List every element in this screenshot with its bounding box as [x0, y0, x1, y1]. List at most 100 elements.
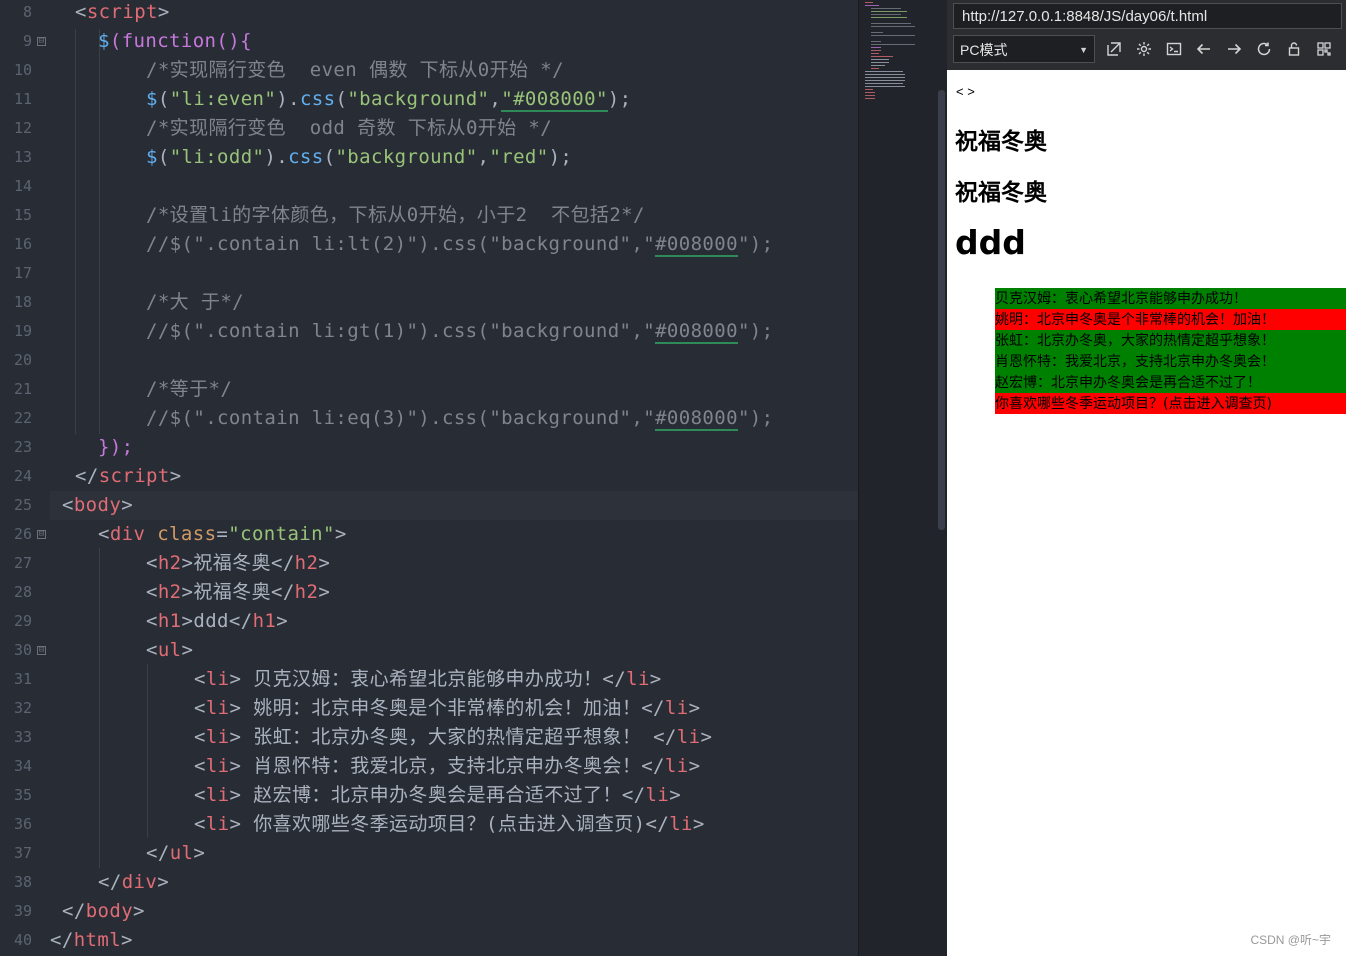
- external-window-icon[interactable]: [1105, 40, 1123, 58]
- lock-icon[interactable]: [1285, 40, 1303, 58]
- line-number: 31: [13, 670, 32, 688]
- line-number: 23: [13, 438, 32, 456]
- watermark: CSDN @听~宇: [1250, 933, 1331, 947]
- fold-toggle-icon[interactable]: ⊟: [37, 37, 46, 46]
- fold-toggle-icon[interactable]: ⊟: [37, 646, 46, 655]
- page-viewport: < > 祝福冬奥 祝福冬奥 ddd 贝克汉姆：衷心希望北京能够申办成功！ 姚明：北…: [947, 70, 1346, 956]
- line-number: 12: [13, 119, 32, 137]
- line-number: 26: [13, 525, 32, 543]
- line-number: 13: [13, 148, 32, 166]
- list-item-text: 赵宏博：北京申办冬奥会是再合适不过了！: [995, 375, 1261, 391]
- line-number: 19: [13, 322, 32, 340]
- console-icon[interactable]: [1165, 40, 1183, 58]
- minimap-line: [871, 23, 911, 24]
- code-line-23: });: [98, 436, 134, 458]
- line-number: 28: [13, 583, 32, 601]
- line-number: 18: [13, 293, 32, 311]
- minimap-line: [871, 26, 915, 27]
- minimap-line: [871, 14, 901, 15]
- list-item: 肖恩怀特：我爱北京，支持北京申办冬奥会！: [995, 351, 1346, 372]
- code-line-39: </body>: [62, 900, 145, 922]
- indent-guide: [75, 29, 76, 434]
- address-bar[interactable]: http://127.0.0.1:8848/JS/day06/t.html: [953, 3, 1342, 29]
- editor-scrollbar-thumb[interactable]: [938, 90, 945, 530]
- fold-toggle-icon[interactable]: ⊟: [37, 530, 46, 539]
- minimap-line: [865, 95, 875, 96]
- forward-arrow-icon[interactable]: [1225, 40, 1243, 58]
- line-number: 21: [13, 380, 32, 398]
- code-line-9: $(function(){: [98, 30, 252, 52]
- code-line-16: //$(".contain li:lt(2)").css("background…: [146, 233, 774, 257]
- list-item: 贝克汉姆：衷心希望北京能够申办成功！: [995, 288, 1346, 309]
- browser-preview-panel: http://127.0.0.1:8848/JS/day06/t.html PC…: [947, 0, 1346, 956]
- list-item: 张虹：北京办冬奥，大家的热情定超乎想象！: [995, 330, 1346, 351]
- code-line-38: </div>: [98, 871, 170, 893]
- reload-icon[interactable]: [1255, 40, 1273, 58]
- line-number: 40: [13, 931, 32, 949]
- minimap-line: [871, 44, 915, 45]
- code-line-8: <script>: [75, 1, 170, 23]
- line-number: 34: [13, 757, 32, 775]
- qr-code-icon[interactable]: [1315, 40, 1333, 58]
- code-line-15: /*设置li的字体颜色，下标从0开始，小于2 不包括2*/: [146, 204, 645, 226]
- line-number: 36: [13, 815, 32, 833]
- back-arrow-icon[interactable]: [1195, 40, 1213, 58]
- minimap-line: [871, 50, 881, 51]
- minimap-line: [871, 65, 885, 66]
- chevron-down-icon: ▼: [1079, 45, 1088, 55]
- minimap-line: [871, 62, 889, 63]
- line-number: 20: [13, 351, 32, 369]
- line-number: 25: [13, 496, 32, 514]
- code-line-35: <li> 赵宏博：北京申办冬奥会是再合适不过了！</li>: [194, 784, 682, 806]
- settings-gear-icon[interactable]: [1135, 40, 1153, 58]
- current-line-highlight: [50, 491, 858, 520]
- code-line-31: <li> 贝克汉姆：衷心希望北京能够申办成功！</li>: [194, 668, 662, 690]
- line-number: 37: [13, 844, 32, 862]
- code-line-33: <li> 张虹：北京办冬奥，大家的热情定超乎想象！ </li>: [194, 726, 713, 748]
- minimap-line: [865, 98, 875, 99]
- line-number: 14: [13, 177, 32, 195]
- minimap-line: [871, 68, 879, 69]
- minimap-line: [865, 83, 903, 84]
- minimap-line: [865, 80, 905, 81]
- line-number: 15: [13, 206, 32, 224]
- stray-text: < >: [956, 84, 975, 99]
- line-number: 32: [13, 699, 32, 717]
- heading-h2: 祝福冬奥: [955, 180, 1047, 206]
- indent-guide: [99, 548, 100, 868]
- code-line-12: /*实现隔行变色 odd 奇数 下标从0开始 */: [146, 117, 553, 139]
- code-line-28: <h2>祝福冬奥</h2>: [146, 581, 331, 603]
- minimap-line: [871, 59, 889, 60]
- minimap-line: [871, 17, 907, 18]
- minimap-line: [865, 2, 873, 3]
- indent-guide: [99, 29, 100, 434]
- code-line-22: //$(".contain li:eq(3)").css("background…: [146, 407, 774, 431]
- code-line-26: <div class="contain">: [98, 523, 347, 545]
- code-minimap[interactable]: [858, 0, 937, 956]
- device-mode-label: PC模式: [960, 42, 1008, 58]
- code-line-10: /*实现隔行变色 even 偶数 下标从0开始 */: [146, 59, 564, 81]
- line-number: 39: [13, 902, 32, 920]
- line-number: 29: [13, 612, 32, 630]
- minimap-line: [871, 56, 893, 57]
- browser-toolbar: http://127.0.0.1:8848/JS/day06/t.html PC…: [947, 0, 1346, 70]
- heading-h2: 祝福冬奥: [955, 129, 1047, 155]
- list-item: 姚明：北京申冬奥是个非常棒的机会！加油！: [995, 309, 1346, 330]
- code-line-25: <body>: [62, 494, 134, 516]
- device-mode-select[interactable]: PC模式 ▼: [953, 35, 1095, 63]
- line-number: 17: [13, 264, 32, 282]
- list-item-text: 张虹：北京办冬奥，大家的热情定超乎想象！: [995, 333, 1275, 349]
- code-line-27: <h2>祝福冬奥</h2>: [146, 552, 331, 574]
- minimap-line: [871, 11, 907, 12]
- minimap-line: [865, 5, 879, 6]
- minimap-line: [865, 74, 905, 75]
- code-line-40: </html>: [50, 929, 133, 951]
- code-line-19: //$(".contain li:gt(1)").css("background…: [146, 320, 774, 344]
- code-line-36: <li> 你喜欢哪些冬季运动项目？(点击进入调查页)</li>: [194, 813, 705, 835]
- code-line-32: <li> 姚明：北京申冬奥是个非常棒的机会！加油！</li>: [194, 697, 701, 719]
- minimap-line: [871, 47, 881, 48]
- editor-scrollbar[interactable]: [936, 0, 947, 956]
- code-editor[interactable]: 8 9 10 11 12 13 14 15 16 17 18 19 20 21 22 23 24 25 26 27 28…: [0, 0, 858, 956]
- line-number: 10: [13, 61, 32, 79]
- line-number: 11: [13, 90, 32, 108]
